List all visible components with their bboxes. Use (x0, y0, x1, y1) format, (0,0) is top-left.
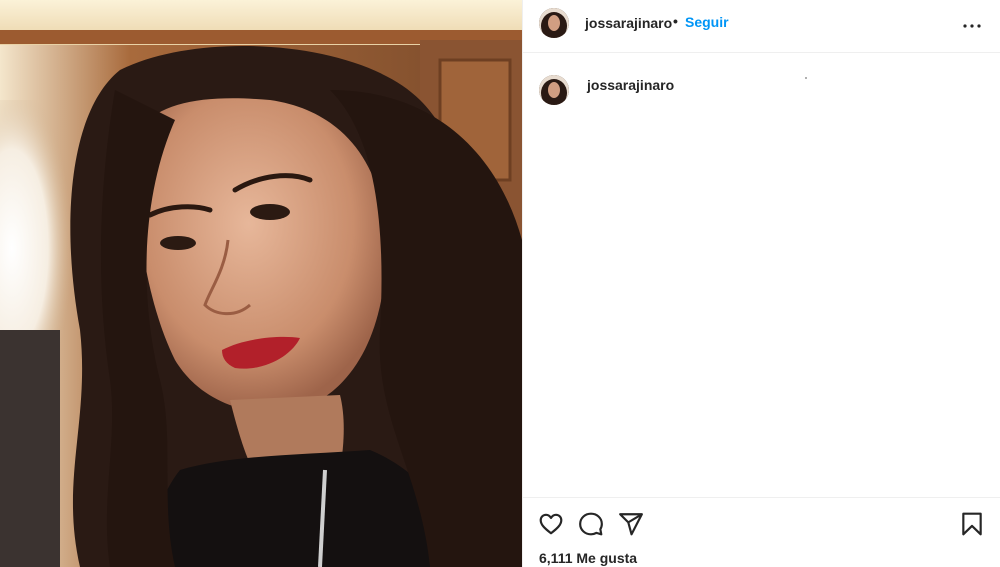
header-username[interactable]: jossarajinaro (585, 15, 672, 31)
caption-username[interactable]: jossarajinaro (587, 77, 674, 93)
post-header: jossarajinaro • Seguir (523, 0, 1000, 53)
separator-dot: • (673, 13, 678, 29)
caption-row: jossarajinaro (523, 60, 1000, 110)
paper-plane-icon[interactable] (618, 511, 644, 537)
post-side-panel: jossarajinaro • Seguir jossarajinaro 6,1… (522, 0, 1000, 567)
bookmark-icon[interactable] (959, 511, 985, 537)
instagram-post: jossarajinaro • Seguir jossarajinaro 6,1… (0, 0, 1000, 567)
action-bar: 6,111 Me gusta (523, 497, 1000, 567)
follow-button[interactable]: Seguir (685, 14, 729, 30)
selfie-photo (0, 0, 522, 567)
post-photo[interactable] (0, 0, 522, 567)
avatar[interactable] (539, 8, 569, 38)
heart-icon[interactable] (538, 511, 564, 537)
likes-count[interactable]: 6,111 Me gusta (539, 550, 637, 566)
caption-dot (805, 77, 807, 79)
comment-icon[interactable] (578, 511, 604, 537)
more-options-icon[interactable] (960, 14, 984, 38)
caption-avatar[interactable] (539, 75, 569, 105)
